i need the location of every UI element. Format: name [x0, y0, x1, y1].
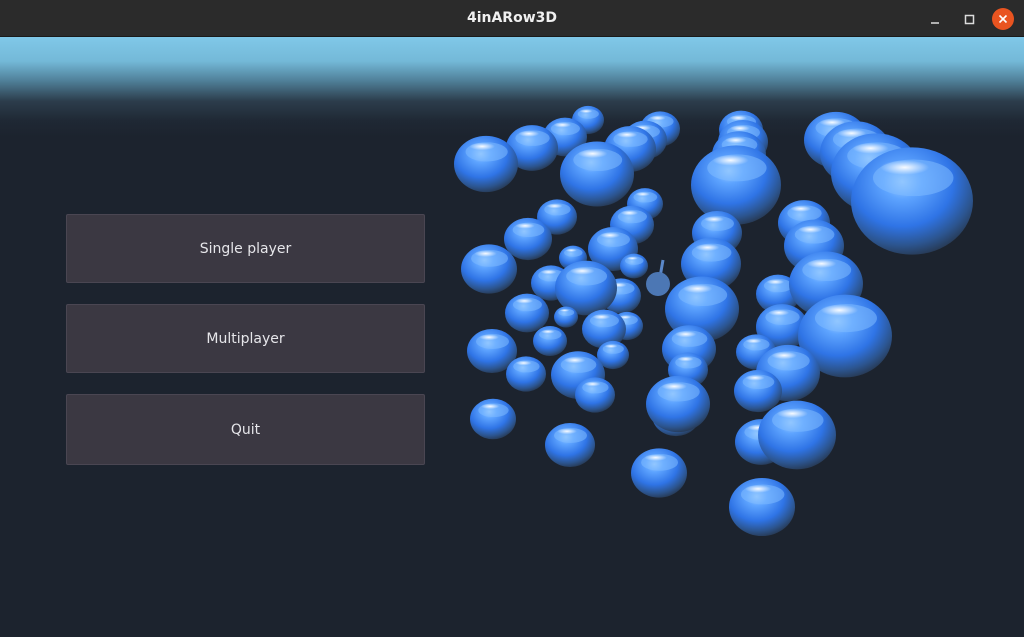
- game-piece-sphere: [470, 398, 516, 440]
- minimize-icon: [931, 22, 939, 24]
- game-piece-sphere: [554, 306, 578, 328]
- minimize-button[interactable]: [924, 8, 946, 30]
- game-piece-sphere: [504, 217, 552, 261]
- multiplayer-button[interactable]: Multiplayer: [66, 304, 425, 373]
- close-button[interactable]: [992, 8, 1014, 30]
- single-player-button[interactable]: Single player: [66, 214, 425, 283]
- game-piece-sphere: [545, 423, 595, 467]
- cursor-marker: [646, 259, 670, 296]
- title-bar[interactable]: 4inARow3D: [0, 0, 1024, 37]
- window-title: 4inARow3D: [466, 10, 558, 26]
- maximize-button[interactable]: [958, 8, 980, 30]
- game-pieces: [454, 105, 973, 537]
- maximize-icon: [964, 14, 975, 25]
- game-piece-sphere: [461, 244, 517, 294]
- game-viewport[interactable]: Single player Multiplayer Quit: [0, 37, 1024, 637]
- game-piece-sphere: [506, 356, 546, 392]
- game-piece-sphere: [533, 326, 567, 356]
- game-piece-sphere: [620, 253, 648, 279]
- game-piece-sphere: [851, 147, 973, 255]
- close-icon: [998, 14, 1008, 24]
- game-piece-sphere: [734, 369, 782, 413]
- game-piece-sphere: [454, 135, 518, 193]
- game-piece-sphere: [560, 141, 634, 207]
- game-piece-sphere: [758, 400, 836, 470]
- game-piece-sphere: [691, 145, 781, 225]
- game-piece-sphere: [646, 375, 710, 433]
- game-piece-sphere: [575, 377, 615, 413]
- quit-button[interactable]: Quit: [66, 394, 425, 465]
- game-piece-sphere: [729, 477, 795, 537]
- game-piece-sphere: [631, 448, 687, 498]
- game-piece-sphere: [505, 293, 549, 333]
- game-window: 4inARow3D Single player Multiplayer Quit: [0, 0, 1024, 637]
